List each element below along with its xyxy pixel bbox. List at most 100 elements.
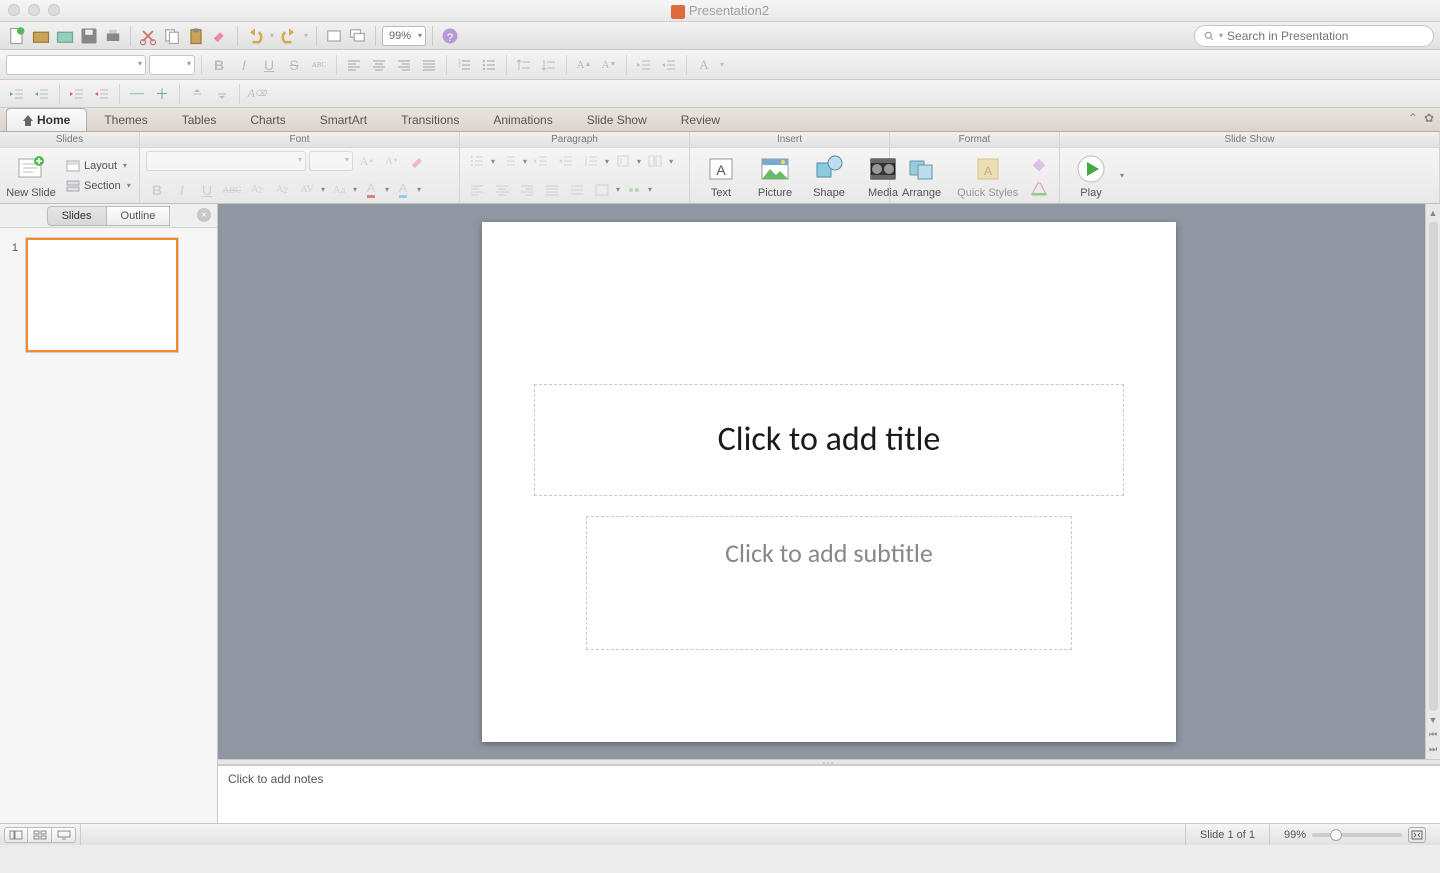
promote-icon[interactable] bbox=[66, 83, 88, 105]
ribbon-align-center-icon[interactable] bbox=[491, 179, 513, 201]
notes-pane[interactable]: Click to add notes bbox=[218, 765, 1440, 823]
new-file-icon[interactable] bbox=[6, 25, 28, 47]
ribbon-underline-icon[interactable]: U bbox=[196, 179, 218, 201]
superscript-icon[interactable]: A2 bbox=[246, 179, 268, 201]
slide[interactable]: Click to add title Click to add subtitle bbox=[482, 222, 1176, 742]
fit-to-window-button[interactable] bbox=[1408, 827, 1426, 843]
tab-slides-thumbnails[interactable]: Slides bbox=[47, 206, 106, 226]
ribbon-font-family-combo[interactable] bbox=[146, 151, 306, 171]
align-left-icon[interactable] bbox=[343, 54, 365, 76]
font-color-icon[interactable]: A bbox=[693, 54, 715, 76]
presenter-view-button[interactable] bbox=[52, 827, 76, 843]
normal-view-button[interactable] bbox=[4, 827, 28, 843]
insert-shape-button[interactable]: Shape bbox=[804, 151, 854, 201]
move-down-icon[interactable] bbox=[211, 83, 233, 105]
align-right-icon[interactable] bbox=[393, 54, 415, 76]
play-dropdown[interactable]: ▾ bbox=[1120, 171, 1124, 180]
grow-font-icon[interactable]: A▲ bbox=[356, 150, 378, 172]
decrease-indent-icon[interactable] bbox=[633, 54, 655, 76]
arrange-button[interactable]: Arrange bbox=[896, 151, 947, 201]
distribute-h-icon[interactable] bbox=[566, 179, 588, 201]
tab-slideshow[interactable]: Slide Show bbox=[570, 108, 664, 131]
layout-button[interactable]: Layout bbox=[60, 157, 137, 175]
change-case-icon[interactable]: Aa bbox=[328, 179, 350, 201]
char-spacing-icon[interactable]: AV bbox=[296, 179, 318, 201]
format-painter-icon[interactable] bbox=[209, 25, 231, 47]
shape-fill-icon[interactable] bbox=[1028, 153, 1050, 175]
ribbon-font-size-combo[interactable] bbox=[309, 151, 353, 171]
ribbon-font-color-icon[interactable]: A bbox=[360, 179, 382, 201]
font-size-combo[interactable] bbox=[149, 55, 195, 75]
zoom-slider-thumb[interactable] bbox=[1330, 829, 1342, 841]
italic-icon[interactable]: I bbox=[233, 54, 255, 76]
zoom-slider[interactable] bbox=[1312, 833, 1402, 837]
prev-slide-icon[interactable]: ⏮ bbox=[1429, 729, 1437, 740]
indent-icon[interactable] bbox=[31, 83, 53, 105]
quick-styles-button[interactable]: AQuick Styles bbox=[951, 151, 1024, 201]
save-icon[interactable] bbox=[78, 25, 100, 47]
close-slides-panel-icon[interactable]: × bbox=[197, 208, 211, 222]
convert-smartart-icon[interactable] bbox=[623, 179, 645, 201]
text-direction-icon[interactable] bbox=[612, 150, 634, 172]
tab-charts[interactable]: Charts bbox=[233, 108, 302, 131]
align-center-icon[interactable] bbox=[368, 54, 390, 76]
line-spacing-down-icon[interactable] bbox=[538, 54, 560, 76]
remove-break-icon[interactable]: — bbox=[126, 83, 148, 105]
title-placeholder[interactable]: Click to add title bbox=[534, 384, 1124, 496]
scroll-up-icon[interactable]: ▲ bbox=[1429, 208, 1438, 218]
redo-dropdown[interactable]: ▾ bbox=[302, 31, 310, 40]
close-window-button[interactable] bbox=[8, 4, 20, 16]
decrease-font-icon[interactable]: A▼ bbox=[598, 54, 620, 76]
highlight-icon[interactable]: ᴀʙᴄ bbox=[308, 54, 330, 76]
align-justify-icon[interactable] bbox=[418, 54, 440, 76]
search-field[interactable]: ▾ bbox=[1194, 25, 1434, 47]
ribbon-align-left-icon[interactable] bbox=[466, 179, 488, 201]
demote-icon[interactable] bbox=[91, 83, 113, 105]
underline-icon[interactable]: U bbox=[258, 54, 280, 76]
ribbon-justify-icon[interactable] bbox=[541, 179, 563, 201]
increase-font-icon[interactable]: A▲ bbox=[573, 54, 595, 76]
tab-outline[interactable]: Outline bbox=[106, 206, 171, 226]
ribbon-align-right-icon[interactable] bbox=[516, 179, 538, 201]
font-color-dropdown[interactable]: ▾ bbox=[718, 60, 726, 69]
add-break-icon[interactable]: ＋ bbox=[151, 83, 173, 105]
zoom-window-button[interactable] bbox=[48, 4, 60, 16]
numbered-list-icon[interactable]: 12 bbox=[453, 54, 475, 76]
slide-thumbnail-list[interactable]: 1 bbox=[0, 228, 217, 823]
outdent-icon[interactable] bbox=[6, 83, 28, 105]
ribbon-increase-indent-icon[interactable] bbox=[555, 150, 577, 172]
line-spacing-up-icon[interactable] bbox=[513, 54, 535, 76]
tab-transitions[interactable]: Transitions bbox=[384, 108, 476, 131]
collapse-ribbon-icon[interactable]: ⌃ bbox=[1408, 111, 1418, 125]
text-highlight-icon[interactable]: A bbox=[392, 179, 414, 201]
undo-dropdown[interactable]: ▾ bbox=[268, 31, 276, 40]
section-button[interactable]: Section bbox=[60, 177, 137, 195]
ribbon-italic-icon[interactable]: I bbox=[171, 179, 193, 201]
tab-home[interactable]: Home bbox=[6, 108, 87, 131]
ribbon-numbering-icon[interactable] bbox=[498, 150, 520, 172]
tab-review[interactable]: Review bbox=[664, 108, 737, 131]
open-file-icon[interactable] bbox=[30, 25, 52, 47]
new-slide-icon[interactable] bbox=[323, 25, 345, 47]
paste-icon[interactable] bbox=[185, 25, 207, 47]
minimize-window-button[interactable] bbox=[28, 4, 40, 16]
ribbon-strike-icon[interactable]: ABC bbox=[221, 179, 243, 201]
line-spacing-icon[interactable] bbox=[580, 150, 602, 172]
shape-outline-icon[interactable] bbox=[1028, 177, 1050, 199]
search-input[interactable] bbox=[1227, 29, 1425, 43]
insert-text-button[interactable]: AText bbox=[696, 151, 746, 201]
new-slide-button[interactable]: New Slide bbox=[6, 151, 56, 201]
ribbon-bold-icon[interactable]: B bbox=[146, 179, 168, 201]
help-icon[interactable]: ? bbox=[439, 25, 461, 47]
strikethrough-icon[interactable]: S bbox=[283, 54, 305, 76]
bold-icon[interactable]: B bbox=[208, 54, 230, 76]
bullet-list-icon[interactable] bbox=[478, 54, 500, 76]
ribbon-options-icon[interactable]: ✿ bbox=[1424, 111, 1434, 125]
move-up-icon[interactable] bbox=[186, 83, 208, 105]
align-text-icon[interactable] bbox=[591, 179, 613, 201]
redo-icon[interactable] bbox=[278, 25, 300, 47]
tab-themes[interactable]: Themes bbox=[87, 108, 164, 131]
ribbon-decrease-indent-icon[interactable] bbox=[530, 150, 552, 172]
shrink-font-icon[interactable]: A▼ bbox=[381, 150, 403, 172]
sorter-view-button[interactable] bbox=[28, 827, 52, 843]
